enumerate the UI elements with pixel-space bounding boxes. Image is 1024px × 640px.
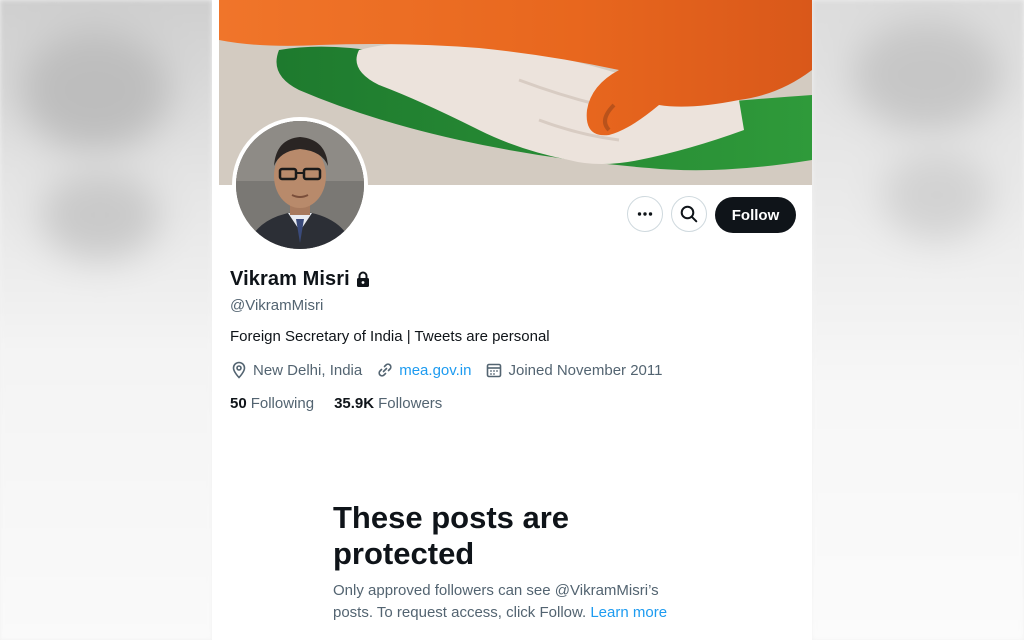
profile-panel: Follow Vikram Misri @VikramMisri Foreign… <box>212 0 812 640</box>
profile-meta: New Delhi, India mea.gov.in Joined Novem… <box>230 361 676 379</box>
calendar-icon <box>487 363 502 378</box>
avatar-photo <box>236 121 364 249</box>
profile-handle: @VikramMisri <box>230 297 324 314</box>
following-label: Following <box>250 395 315 412</box>
followers-link[interactable]: 35.9K Followers <box>334 395 442 412</box>
following-count: 50 <box>230 395 247 412</box>
lock-icon <box>356 271 369 287</box>
joined-text: Joined November 2011 <box>508 361 663 379</box>
more-horizontal-icon <box>637 212 653 216</box>
search-profile-button[interactable] <box>671 196 707 232</box>
profile-name: Vikram Misri <box>230 268 350 290</box>
search-icon <box>680 205 698 223</box>
blurred-background-left <box>0 0 212 640</box>
profile-bio: Foreign Secretary of India | Tweets are … <box>230 328 550 345</box>
profile-website[interactable]: mea.gov.in <box>376 361 471 379</box>
more-options-button[interactable] <box>627 196 663 232</box>
protected-description: Only approved followers can see @VikramM… <box>333 580 693 624</box>
link-icon <box>378 363 392 377</box>
followers-label: Followers <box>378 395 443 412</box>
location-pin-icon <box>232 361 246 379</box>
follow-button[interactable]: Follow <box>715 197 796 233</box>
profile-location: New Delhi, India <box>230 361 362 379</box>
website-link[interactable]: mea.gov.in <box>399 362 471 379</box>
followers-count: 35.9K <box>334 395 375 412</box>
profile-name-row: Vikram Misri <box>230 268 370 291</box>
following-link[interactable]: 50 Following <box>230 395 314 412</box>
profile-joined: Joined November 2011 <box>485 361 662 379</box>
profile-stats: 50 Following 35.9K Followers <box>230 395 462 412</box>
profile-avatar[interactable] <box>232 117 368 253</box>
location-text: New Delhi, India <box>253 361 363 379</box>
learn-more-link[interactable]: Learn more <box>590 604 667 621</box>
protected-title: These posts are protected <box>333 500 570 571</box>
blurred-background-right <box>812 0 1024 640</box>
